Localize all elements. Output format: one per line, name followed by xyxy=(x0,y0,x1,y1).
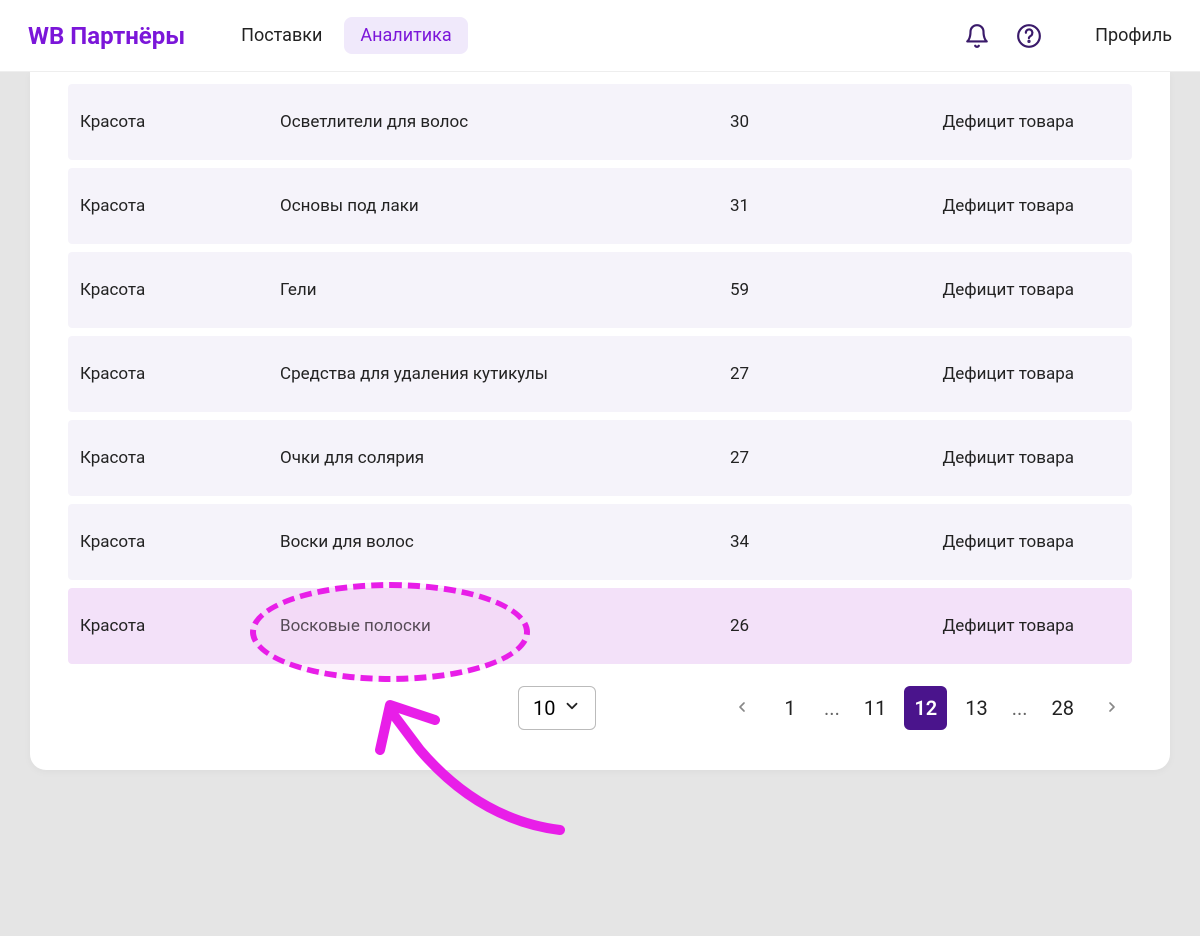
cell-count: 27 xyxy=(730,364,930,384)
page-next[interactable] xyxy=(1092,686,1132,730)
cell-name: Средства для удаления кутикулы xyxy=(280,364,730,384)
page-11[interactable]: 11 xyxy=(854,686,896,730)
cell-status: Дефицит товара xyxy=(930,616,1120,636)
cell-category: Красота xyxy=(80,532,280,552)
analytics-card: Красота Осветлители для волос 30 Дефицит… xyxy=(30,72,1170,770)
cell-category: Красота xyxy=(80,280,280,300)
cell-count: 30 xyxy=(730,112,930,132)
table-row[interactable]: Красота Гели 59 Дефицит товара xyxy=(68,252,1132,328)
table-body: Красота Осветлители для волос 30 Дефицит… xyxy=(30,84,1170,664)
cell-name: Восковые полоски xyxy=(280,616,730,636)
chevron-right-icon xyxy=(1104,696,1120,720)
table-row[interactable]: Красота Осветлители для волос 30 Дефицит… xyxy=(68,84,1132,160)
cell-status: Дефицит товара xyxy=(930,196,1120,216)
bell-icon[interactable] xyxy=(959,18,995,54)
page-12[interactable]: 12 xyxy=(904,686,947,730)
cell-name: Очки для солярия xyxy=(280,448,730,468)
cell-name: Воски для волос xyxy=(280,532,730,552)
chevron-left-icon xyxy=(734,696,750,720)
cell-count: 59 xyxy=(730,280,930,300)
profile-link[interactable]: Профиль xyxy=(1095,25,1172,46)
cell-count: 34 xyxy=(730,532,930,552)
cell-status: Дефицит товара xyxy=(930,364,1120,384)
cell-name: Гели xyxy=(280,280,730,300)
table-row[interactable]: Красота Очки для солярия 27 Дефицит това… xyxy=(68,420,1132,496)
page-ellipsis: ... xyxy=(1006,696,1034,720)
cell-count: 26 xyxy=(730,616,930,636)
page-1[interactable]: 1 xyxy=(770,686,810,730)
help-icon[interactable] xyxy=(1011,18,1047,54)
nav-analytics[interactable]: Аналитика xyxy=(344,17,467,54)
page-28[interactable]: 28 xyxy=(1042,686,1084,730)
topbar: WB Партнёры Поставки Аналитика Профиль xyxy=(0,0,1200,72)
table-row[interactable]: Красота Основы под лаки 31 Дефицит товар… xyxy=(68,168,1132,244)
cell-count: 27 xyxy=(730,448,930,468)
cell-category: Красота xyxy=(80,112,280,132)
cell-status: Дефицит товара xyxy=(930,448,1120,468)
page-size-value: 10 xyxy=(533,696,555,720)
cell-category: Красота xyxy=(80,448,280,468)
pagination: 10 1 ... 11 12 13 ... 28 xyxy=(68,686,1132,730)
cell-count: 31 xyxy=(730,196,930,216)
cell-status: Дефицит товара xyxy=(930,532,1120,552)
table-row[interactable]: Красота Средства для удаления кутикулы 2… xyxy=(68,336,1132,412)
cell-status: Дефицит товара xyxy=(930,280,1120,300)
cell-name: Основы под лаки xyxy=(280,196,730,216)
page-13[interactable]: 13 xyxy=(955,686,997,730)
page-prev[interactable] xyxy=(722,686,762,730)
nav-supplies[interactable]: Поставки xyxy=(225,17,338,54)
page-ellipsis: ... xyxy=(818,696,846,720)
cell-category: Красота xyxy=(80,616,280,636)
cell-category: Красота xyxy=(80,364,280,384)
page-size-select[interactable]: 10 xyxy=(518,686,596,730)
table-row[interactable]: Красота Воски для волос 34 Дефицит товар… xyxy=(68,504,1132,580)
cell-status: Дефицит товара xyxy=(930,112,1120,132)
cell-name: Осветлители для волос xyxy=(280,112,730,132)
chevron-down-icon xyxy=(563,696,581,720)
logo[interactable]: WB Партнёры xyxy=(28,22,185,50)
cell-category: Красота xyxy=(80,196,280,216)
table-row-highlighted[interactable]: Красота Восковые полоски 26 Дефицит това… xyxy=(68,588,1132,664)
